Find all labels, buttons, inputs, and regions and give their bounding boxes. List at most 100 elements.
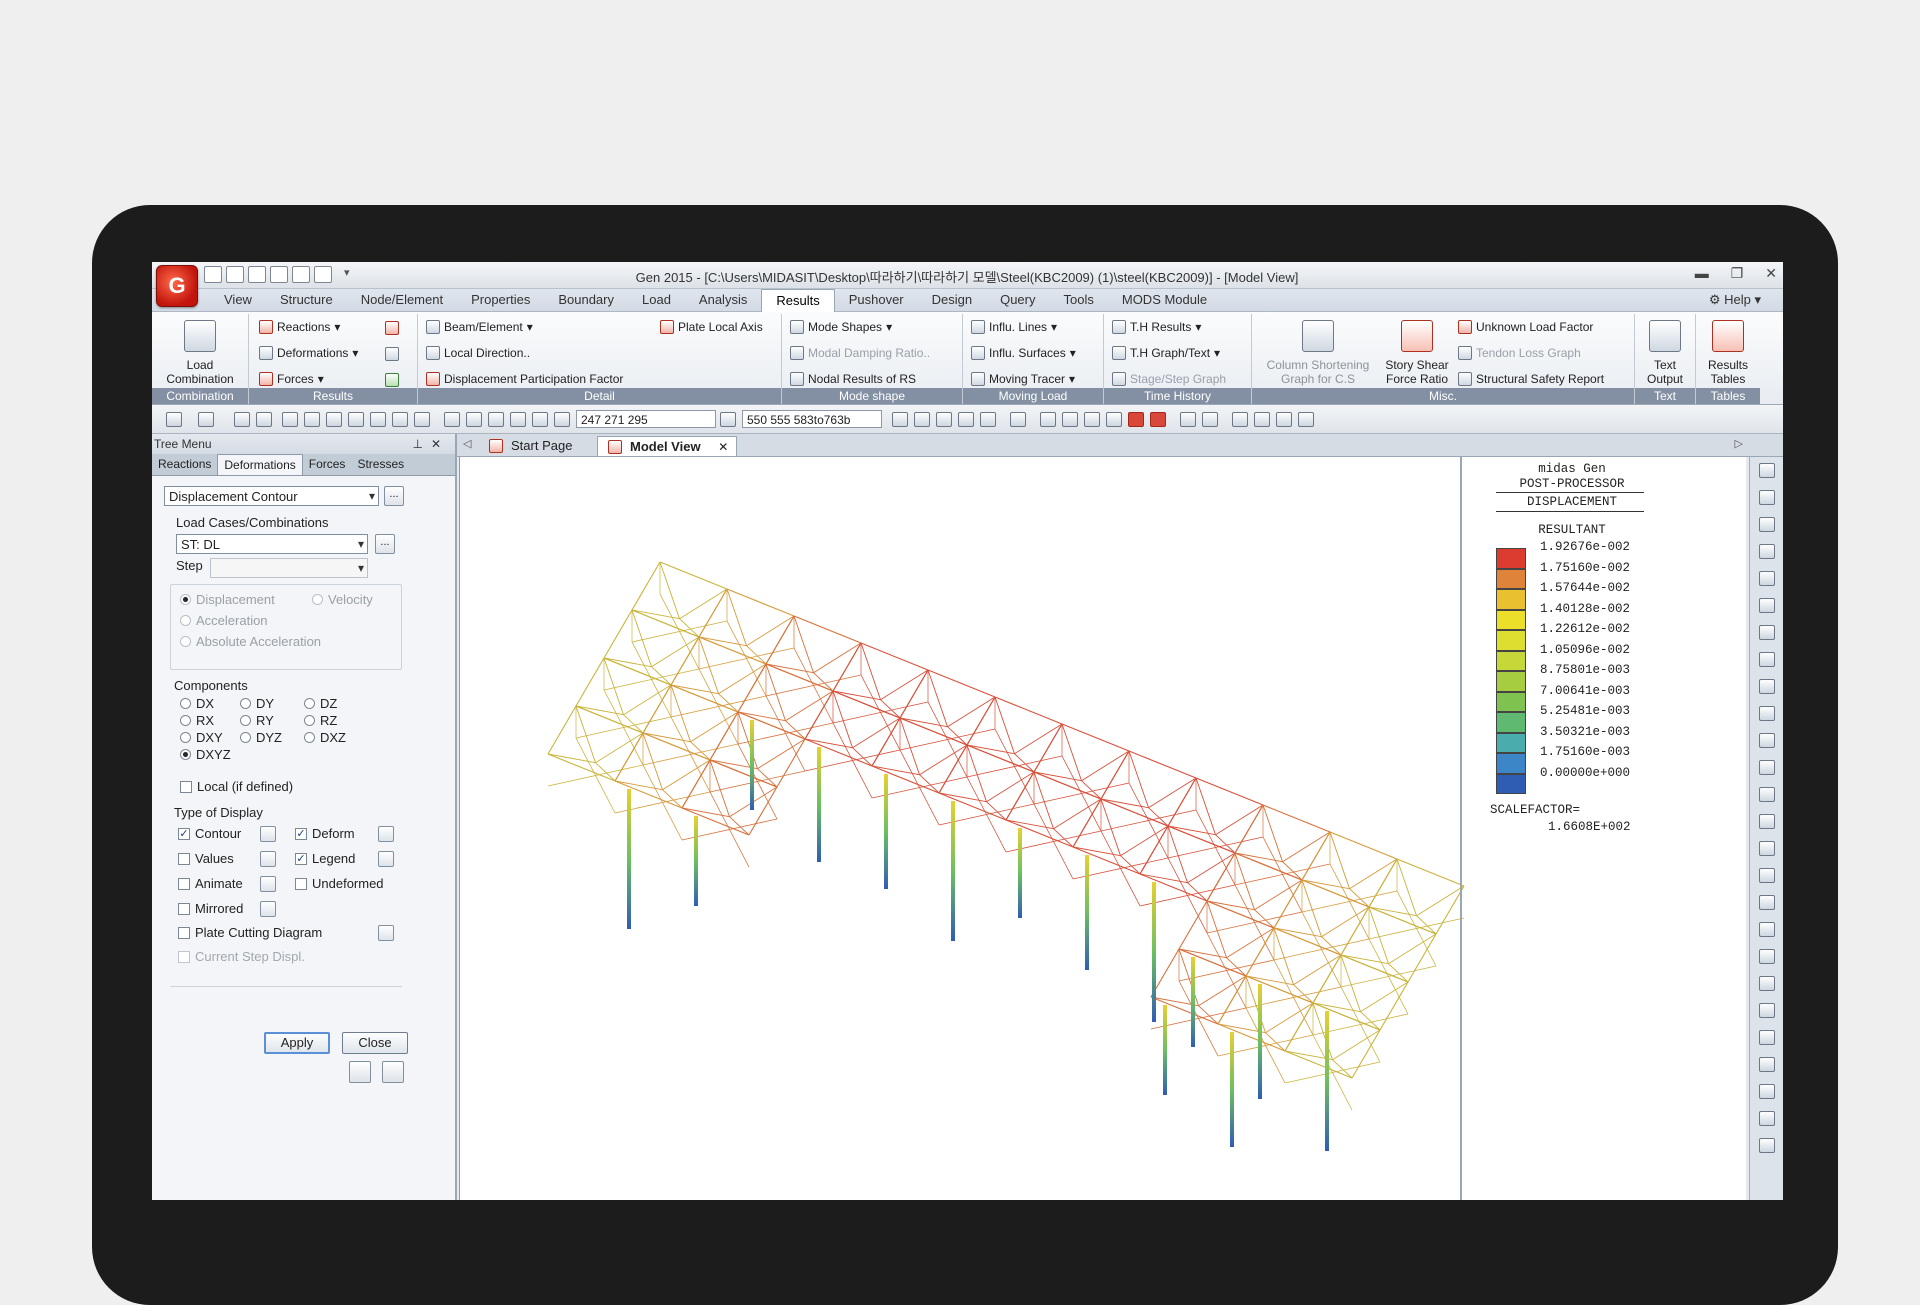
view-tool-icon[interactable]	[1759, 1138, 1775, 1153]
unselect-all-icon[interactable]	[466, 412, 482, 427]
select-icon[interactable]	[234, 412, 250, 427]
tab-close-icon[interactable]: ✕	[718, 440, 728, 454]
help-menu[interactable]: ⚙ Help ▾	[1709, 292, 1761, 308]
plate-cutting-checkbox[interactable]: Plate Cutting Diagram	[178, 925, 322, 940]
mirrored-options-button[interactable]	[260, 901, 276, 917]
node-number-input[interactable]: 247 271 295	[576, 410, 716, 428]
component-radio-dxy[interactable]: DXY	[180, 730, 223, 745]
view-tool-icon[interactable]	[1759, 1030, 1775, 1045]
deform-table-icon[interactable]	[385, 347, 399, 361]
view-tool-icon[interactable]	[1759, 490, 1775, 505]
view-tool-icon[interactable]	[1759, 841, 1775, 856]
component-radio-ry[interactable]: RY	[240, 713, 274, 728]
view-front-icon[interactable]	[1040, 412, 1056, 427]
node-select-icon[interactable]	[554, 412, 570, 427]
view-tool-icon[interactable]	[1759, 598, 1775, 613]
display-red-2-icon[interactable]	[1150, 412, 1166, 427]
close-button[interactable]: Close	[342, 1032, 408, 1054]
view-iso-icon[interactable]	[1084, 412, 1100, 427]
ribbon-tab-analysis[interactable]: Analysis	[685, 289, 761, 311]
ribbon-tab-properties[interactable]: Properties	[457, 289, 544, 311]
ribbon-tab-mods-module[interactable]: MODS Module	[1108, 289, 1221, 311]
local-direction-button[interactable]: Local Direction..	[426, 346, 530, 360]
view-tool-icon[interactable]	[1759, 895, 1775, 910]
tree-tab-reactions[interactable]: Reactions	[152, 454, 217, 475]
node-icon[interactable]	[510, 412, 526, 427]
legend-options-button[interactable]	[378, 851, 394, 867]
view-tool-icon[interactable]	[1759, 463, 1775, 478]
ribbon-tab-structure[interactable]: Structure	[266, 289, 347, 311]
lock-icon[interactable]	[1276, 412, 1292, 427]
node-numbers-icon[interactable]	[1180, 412, 1196, 427]
tab-scroll-right-icon[interactable]: ▷	[1735, 437, 1743, 450]
mode-shapes-button[interactable]: Mode Shapes ▾	[790, 320, 892, 334]
display-red-icon[interactable]	[1128, 412, 1144, 427]
element-select-icon[interactable]	[720, 412, 736, 427]
th-graph-button[interactable]: T.H Graph/Text ▾	[1112, 346, 1220, 360]
element-numbers-icon[interactable]	[1202, 412, 1218, 427]
select-window-icon[interactable]	[282, 412, 298, 427]
animate-checkbox[interactable]: Animate	[178, 876, 243, 891]
unknown-load-factor-button[interactable]: Unknown Load Factor	[1458, 320, 1593, 334]
component-radio-dxz[interactable]: DXZ	[304, 730, 346, 745]
local-checkbox[interactable]: Local (if defined)	[180, 779, 293, 794]
unselect-icon[interactable]	[256, 412, 272, 427]
plate-cutting-options-button[interactable]	[378, 925, 394, 941]
active-all-icon[interactable]	[936, 412, 952, 427]
radio-absolute-acceleration[interactable]: Absolute Acceleration	[180, 634, 321, 649]
ribbon-tab-pushover[interactable]: Pushover	[835, 289, 918, 311]
ribbon-tab-query[interactable]: Query	[986, 289, 1049, 311]
load-case-options-button[interactable]: ...	[375, 534, 395, 554]
save-icon[interactable]	[248, 266, 266, 283]
select-volume-icon[interactable]	[370, 412, 386, 427]
contour-options-button[interactable]	[260, 826, 276, 842]
tab-scroll-left-icon[interactable]: ◁	[463, 437, 471, 450]
new-file-icon[interactable]	[204, 266, 222, 283]
view-tool-icon[interactable]	[1759, 949, 1775, 964]
view-tool-icon[interactable]	[1759, 976, 1775, 991]
component-radio-dxyz[interactable]: DXYZ	[180, 747, 231, 762]
current-step-checkbox[interactable]: Current Step Displ.	[178, 949, 305, 964]
plate-local-axis-button[interactable]: Plate Local Axis	[660, 320, 763, 334]
view-tool-icon[interactable]	[1759, 922, 1775, 937]
reactions-button[interactable]: Reactions ▾	[259, 320, 340, 334]
tree-tab-forces[interactable]: Forces	[303, 454, 352, 475]
select-plane-icon[interactable]	[348, 412, 364, 427]
qat-dropdown-icon[interactable]: ▾	[344, 266, 358, 283]
mirrored-checkbox[interactable]: Mirrored	[178, 901, 243, 916]
story-shear-button[interactable]: Story Shear Force Ratio	[1378, 320, 1456, 386]
reaction-table-icon[interactable]	[385, 321, 399, 335]
copy-icon[interactable]	[349, 1061, 371, 1083]
pin-icon[interactable]: ⊥	[413, 434, 423, 454]
deform-options-button[interactable]	[378, 826, 394, 842]
restore-icon[interactable]: ❐	[1731, 265, 1744, 282]
print-icon[interactable]	[292, 266, 310, 283]
view-tool-icon[interactable]	[1759, 652, 1775, 667]
invert-active-icon[interactable]	[958, 412, 974, 427]
print-preview-icon[interactable]	[314, 266, 332, 283]
view-tool-icon[interactable]	[1759, 544, 1775, 559]
component-radio-dz[interactable]: DZ	[304, 696, 337, 711]
view-tool-icon[interactable]	[1759, 1003, 1775, 1018]
radio-velocity[interactable]: Velocity	[312, 592, 373, 607]
ribbon-tab-node-element[interactable]: Node/Element	[347, 289, 457, 311]
component-radio-dx[interactable]: DX	[180, 696, 214, 711]
save-as-icon[interactable]	[270, 266, 288, 283]
view-right-icon[interactable]	[1106, 412, 1122, 427]
contour-checkbox[interactable]: ✓ Contour	[178, 826, 241, 841]
view-tool-icon[interactable]	[1759, 679, 1775, 694]
inactive-icon[interactable]	[914, 412, 930, 427]
select-previous-2-icon[interactable]	[488, 412, 504, 427]
tree-tab-deformations[interactable]: Deformations	[217, 454, 303, 475]
unlock-icon[interactable]	[1298, 412, 1314, 427]
displacement-participation-button[interactable]: Displacement Participation Factor	[426, 372, 623, 386]
active-previous-icon[interactable]	[980, 412, 996, 427]
select-identity-icon[interactable]	[392, 412, 408, 427]
select-all-icon[interactable]	[444, 412, 460, 427]
deform-checkbox[interactable]: ✓ Deform	[295, 826, 355, 841]
ribbon-tab-load[interactable]: Load	[628, 289, 685, 311]
view-tool-icon[interactable]	[1759, 787, 1775, 802]
load-combination-button[interactable]: Load Combination	[160, 320, 240, 386]
element-number-input[interactable]: 550 555 583to763b	[742, 410, 882, 428]
display-type-options-button[interactable]: ...	[384, 486, 404, 506]
